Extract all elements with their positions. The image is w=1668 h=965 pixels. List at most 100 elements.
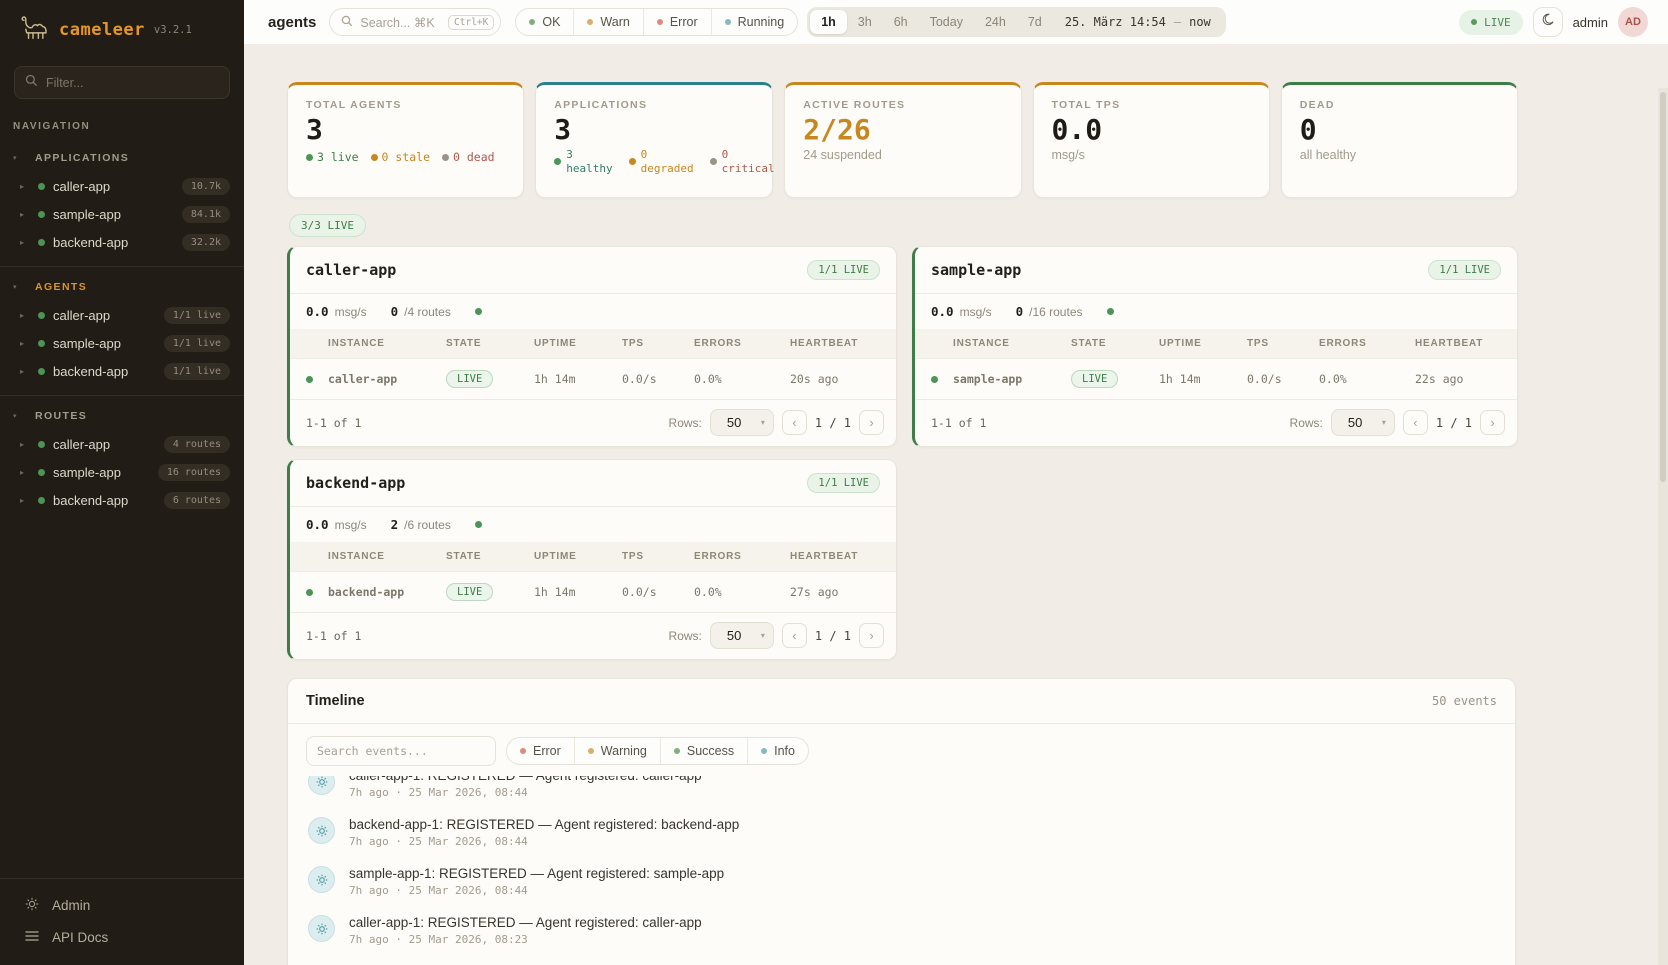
tps-unit: msg/s bbox=[335, 305, 367, 319]
filter-chip-label: Error bbox=[533, 744, 561, 758]
events-search[interactable] bbox=[306, 736, 496, 766]
section-label: APPLICATIONS bbox=[35, 152, 129, 164]
live-count-badge: 1/1 LIVE bbox=[807, 473, 880, 493]
time-range-7d[interactable]: 7d bbox=[1017, 10, 1053, 34]
filter-chip-error[interactable]: Error bbox=[643, 9, 711, 35]
filter-chip-running[interactable]: Running bbox=[711, 9, 798, 35]
global-search[interactable]: Search... ⌘K Ctrl+K bbox=[329, 8, 501, 36]
avatar[interactable]: AD bbox=[1618, 7, 1648, 37]
menu-icon bbox=[25, 930, 39, 945]
sidebar-section-routes: ▾ ROUTES ▸ caller-app 4 routes ▸ sample-… bbox=[0, 395, 244, 524]
stat-meta: degraded bbox=[641, 162, 694, 176]
events-search-input[interactable] bbox=[317, 744, 485, 758]
filter-chip-warning[interactable]: Warning bbox=[574, 738, 660, 764]
app-card-title[interactable]: caller-app bbox=[306, 261, 396, 279]
event-item[interactable]: caller-app-1: REGISTERED — Agent registe… bbox=[306, 910, 1497, 951]
moon-icon bbox=[1540, 12, 1555, 32]
vertical-scrollbar[interactable] bbox=[1658, 88, 1668, 965]
filter-chip-success[interactable]: Success bbox=[660, 738, 747, 764]
app-card-title[interactable]: sample-app bbox=[931, 261, 1021, 279]
status-dot bbox=[674, 748, 680, 754]
sidebar-item-agents-backend-app[interactable]: ▸ backend-app 1/1 live bbox=[0, 357, 244, 385]
event-item[interactable]: sample-app-1: REGISTERED — Agent registe… bbox=[306, 861, 1497, 902]
event-item[interactable]: caller-app-1: REGISTERED — Agent registe… bbox=[306, 776, 1497, 804]
section-header-applications[interactable]: ▾ APPLICATIONS bbox=[0, 144, 244, 172]
theme-toggle-button[interactable] bbox=[1533, 7, 1563, 37]
filter-chip-warn[interactable]: Warn bbox=[573, 9, 642, 35]
section-header-agents[interactable]: ▾ AGENTS bbox=[0, 273, 244, 301]
section-label: AGENTS bbox=[35, 281, 87, 293]
sidebar-item-admin[interactable]: Admin bbox=[0, 889, 244, 921]
page-indicator: 1 / 1 bbox=[815, 629, 851, 643]
table-row[interactable]: backend-app LIVE 1h 14m 0.0/s 0.0% 27s a… bbox=[290, 572, 896, 613]
chevron-down-icon: ▾ bbox=[13, 283, 35, 291]
search-icon bbox=[25, 74, 38, 92]
sidebar-item-agents-caller-app[interactable]: ▸ caller-app 1/1 live bbox=[0, 301, 244, 329]
column-header-heartbeat: HEARTBEAT bbox=[786, 542, 896, 572]
filter-chip-error[interactable]: Error bbox=[507, 738, 574, 764]
filter-chip-label: Success bbox=[687, 744, 734, 758]
section-header-routes[interactable]: ▾ ROUTES bbox=[0, 402, 244, 430]
rows-per-page-select[interactable]: 50▾ bbox=[710, 409, 774, 436]
timeline-title: Timeline bbox=[306, 693, 365, 709]
sidebar-item-routes-sample-app[interactable]: ▸ sample-app 16 routes bbox=[0, 458, 244, 486]
prev-page-button[interactable]: ‹ bbox=[782, 623, 807, 648]
stat-label: DEAD bbox=[1300, 99, 1499, 111]
next-page-button[interactable]: › bbox=[859, 623, 884, 648]
sidebar-item-label: backend-app bbox=[53, 364, 128, 379]
stat-card-total-tps: TOTAL TPS 0.0 msg/s bbox=[1033, 82, 1270, 198]
status-dot bbox=[371, 154, 378, 161]
stat-meta: 3 live bbox=[317, 150, 359, 164]
table-row[interactable]: sample-app LIVE 1h 14m 0.0/s 0.0% 22s ag… bbox=[915, 359, 1517, 400]
next-page-button[interactable]: › bbox=[1480, 410, 1505, 435]
next-page-button[interactable]: › bbox=[859, 410, 884, 435]
time-range-6h[interactable]: 6h bbox=[883, 10, 919, 34]
sidebar-item-applications-sample-app[interactable]: ▸ sample-app 84.1k bbox=[0, 200, 244, 228]
search-placeholder: Search... ⌘K bbox=[360, 15, 434, 30]
time-range-3h[interactable]: 3h bbox=[847, 10, 883, 34]
logo[interactable]: cameleer v3.2.1 bbox=[0, 0, 244, 56]
stat-meta-num: 0 bbox=[641, 148, 694, 162]
filter-chip-ok[interactable]: OK bbox=[516, 9, 573, 35]
rows-per-page-select[interactable]: 50▾ bbox=[1331, 409, 1395, 436]
sidebar-item-routes-caller-app[interactable]: ▸ caller-app 4 routes bbox=[0, 430, 244, 458]
status-dot bbox=[1471, 19, 1477, 25]
sidebar-item-applications-backend-app[interactable]: ▸ backend-app 32.2k bbox=[0, 228, 244, 256]
stat-label: TOTAL TPS bbox=[1052, 99, 1251, 111]
table-row[interactable]: caller-app LIVE 1h 14m 0.0/s 0.0% 20s ag… bbox=[290, 359, 896, 400]
item-count-badge: 1/1 live bbox=[164, 335, 230, 352]
row-range-label: 1-1 of 1 bbox=[306, 629, 361, 643]
time-range-today[interactable]: Today bbox=[919, 10, 974, 34]
filter-chip-label: Info bbox=[774, 744, 795, 758]
prev-page-button[interactable]: ‹ bbox=[782, 410, 807, 435]
live-status-badge[interactable]: LIVE bbox=[1459, 10, 1523, 35]
sidebar-item-api-docs[interactable]: API Docs bbox=[0, 921, 244, 953]
top-bar: agents Search... ⌘K Ctrl+K OK Warn bbox=[244, 0, 1668, 44]
tps-cell: 0.0/s bbox=[618, 359, 690, 400]
app-card-title[interactable]: backend-app bbox=[306, 474, 405, 492]
sidebar-filter-input[interactable] bbox=[46, 76, 219, 90]
filter-chip-info[interactable]: Info bbox=[747, 738, 808, 764]
scrollbar-thumb[interactable] bbox=[1660, 92, 1666, 482]
prev-page-button[interactable]: ‹ bbox=[1403, 410, 1428, 435]
sidebar-item-agents-sample-app[interactable]: ▸ sample-app 1/1 live bbox=[0, 329, 244, 357]
sidebar-item-applications-caller-app[interactable]: ▸ caller-app 10.7k bbox=[0, 172, 244, 200]
status-dot bbox=[657, 19, 663, 25]
event-list[interactable]: caller-app-1: REGISTERED — Agent registe… bbox=[288, 776, 1515, 959]
rows-per-page-select[interactable]: 50▾ bbox=[710, 622, 774, 649]
status-dot bbox=[306, 589, 313, 596]
stat-card-active-routes: ACTIVE ROUTES 2/26 24 suspended bbox=[784, 82, 1021, 198]
event-item[interactable]: backend-app-1: REGISTERED — Agent regist… bbox=[306, 812, 1497, 853]
stat-meta: healthy bbox=[566, 162, 612, 176]
time-range-24h[interactable]: 24h bbox=[974, 10, 1017, 34]
stat-value: 3 bbox=[306, 114, 505, 146]
sidebar-filter[interactable] bbox=[14, 66, 230, 99]
time-range-1h[interactable]: 1h bbox=[810, 10, 847, 34]
date-range-display[interactable]: 25. März 14:54 — now bbox=[1053, 15, 1223, 29]
chevron-right-icon: ▸ bbox=[20, 440, 30, 449]
stat-subtext: all healthy bbox=[1300, 148, 1499, 162]
app-card-caller-app: caller-app 1/1 LIVE 0.0 msg/s 0 /4 route… bbox=[287, 246, 897, 447]
sidebar-item-routes-backend-app[interactable]: ▸ backend-app 6 routes bbox=[0, 486, 244, 514]
time-range-selector: 1h 3h 6h Today 24h 7d 25. März 14:54 — n… bbox=[807, 7, 1226, 37]
status-dot bbox=[475, 308, 482, 315]
